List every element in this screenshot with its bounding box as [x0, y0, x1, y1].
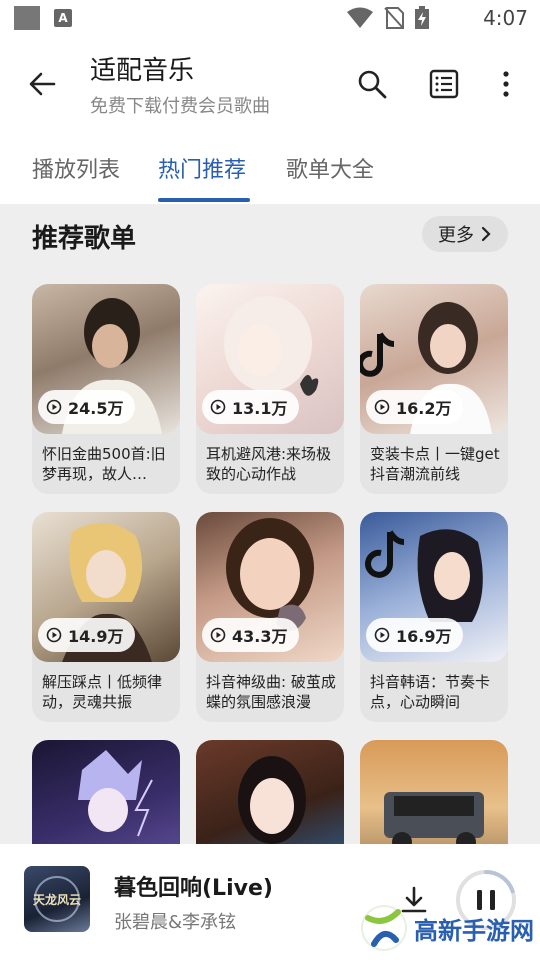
- play-count-badge: 14.9万: [38, 618, 136, 652]
- play-count-icon: [210, 399, 226, 415]
- app-notification-icon: A: [54, 9, 72, 27]
- play-count: 14.9万: [68, 627, 124, 646]
- app-header: 适配音乐 免费下载付费会员歌曲: [0, 36, 540, 132]
- album-art: 天龙风云: [24, 866, 90, 932]
- chevron-right-icon: [481, 226, 491, 242]
- mini-player[interactable]: 天龙风云 暮色回响(Live) 张碧晨&李承铉 高新手游网: [0, 844, 540, 960]
- status-bar: A 4:07: [0, 0, 540, 36]
- play-count-badge: 13.1万: [202, 390, 300, 424]
- no-sim-icon: [384, 7, 404, 29]
- play-count-icon: [46, 399, 62, 415]
- playlist-title: 抖音韩语：节奏卡点，心动瞬间: [370, 673, 491, 711]
- play-count: 16.9万: [396, 627, 452, 646]
- tab-hot-recommend[interactable]: 热门推荐: [158, 152, 246, 184]
- page-subtitle: 免费下载付费会员歌曲: [90, 96, 270, 117]
- list-icon[interactable]: [426, 66, 462, 102]
- playlist-cover: [32, 740, 180, 844]
- clock: 4:07: [483, 6, 528, 30]
- play-count-badge: 16.9万: [366, 618, 464, 652]
- play-count-icon: [46, 627, 62, 643]
- playlist-card[interactable]: [196, 740, 344, 844]
- playlist-card[interactable]: [360, 740, 508, 844]
- playlist-title: 解压踩点丨低频律动，灵魂共振: [42, 673, 163, 711]
- play-count-icon: [374, 399, 390, 415]
- search-icon[interactable]: [354, 66, 390, 102]
- playlist-card[interactable]: 16.2万 变装卡点丨一键get抖音潮流前线: [360, 284, 508, 494]
- play-count: 43.3万: [232, 627, 288, 646]
- playlist-card[interactable]: 16.9万 抖音韩语：节奏卡点，心动瞬间: [360, 512, 508, 722]
- tab-playlist[interactable]: 播放列表: [32, 152, 120, 184]
- play-count: 24.5万: [68, 399, 124, 418]
- play-count-icon: [374, 627, 390, 643]
- watermark: 高新手游网: [358, 900, 534, 956]
- play-count-badge: 16.2万: [366, 390, 464, 424]
- song-title: 暮色回响(Live): [114, 876, 273, 901]
- back-arrow-icon[interactable]: [24, 66, 60, 102]
- playlist-title: 变装卡点丨一键get抖音潮流前线: [370, 445, 500, 483]
- playlist-card[interactable]: 43.3万 抖音神级曲: 破茧成蝶的氛围感浪漫: [196, 512, 344, 722]
- play-count: 16.2万: [396, 399, 452, 418]
- playlist-cover: [360, 740, 508, 844]
- tab-bar: 播放列表 热门推荐 歌单大全: [0, 132, 540, 204]
- playback-progress-ring: [484, 870, 515, 894]
- watermark-logo-icon: [361, 905, 407, 951]
- battery-charging-icon: [415, 6, 429, 29]
- page-title: 适配音乐: [90, 56, 195, 86]
- playlist-title: 耳机避风港:来场极致的心动作战: [206, 445, 332, 483]
- notification-icon: [14, 6, 40, 30]
- tab-indicator: [158, 198, 250, 202]
- song-artist: 张碧晨&李承铉: [114, 912, 237, 933]
- playlist-card[interactable]: [32, 740, 180, 844]
- playlist-title: 怀旧金曲500首:旧梦再现，故人…: [42, 445, 166, 483]
- tab-playlist-collection[interactable]: 歌单大全: [286, 152, 374, 184]
- play-count: 13.1万: [232, 399, 288, 418]
- more-label: 更多: [438, 225, 474, 246]
- recommend-content[interactable]: 推荐歌单 更多 24.5万 怀旧金曲500首:旧梦再现，故人… 13.1万 耳机…: [0, 204, 540, 844]
- more-options-icon[interactable]: [490, 66, 522, 102]
- playlist-card[interactable]: 14.9万 解压踩点丨低频律动，灵魂共振: [32, 512, 180, 722]
- wifi-icon: [347, 7, 373, 28]
- status-icons: [346, 6, 430, 30]
- playlist-card[interactable]: 24.5万 怀旧金曲500首:旧梦再现，故人…: [32, 284, 180, 494]
- playlist-cover: [196, 740, 344, 844]
- play-count-badge: 24.5万: [38, 390, 136, 424]
- album-art-label: 天龙风云: [33, 892, 81, 907]
- play-count-badge: 43.3万: [202, 618, 300, 652]
- section-title: 推荐歌单: [32, 224, 137, 254]
- more-button[interactable]: 更多: [422, 216, 508, 252]
- playlist-title: 抖音神级曲: 破茧成蝶的氛围感浪漫: [206, 673, 336, 711]
- playlist-card[interactable]: 13.1万 耳机避风港:来场极致的心动作战: [196, 284, 344, 494]
- play-count-icon: [210, 627, 226, 643]
- watermark-text: 高新手游网: [414, 916, 534, 945]
